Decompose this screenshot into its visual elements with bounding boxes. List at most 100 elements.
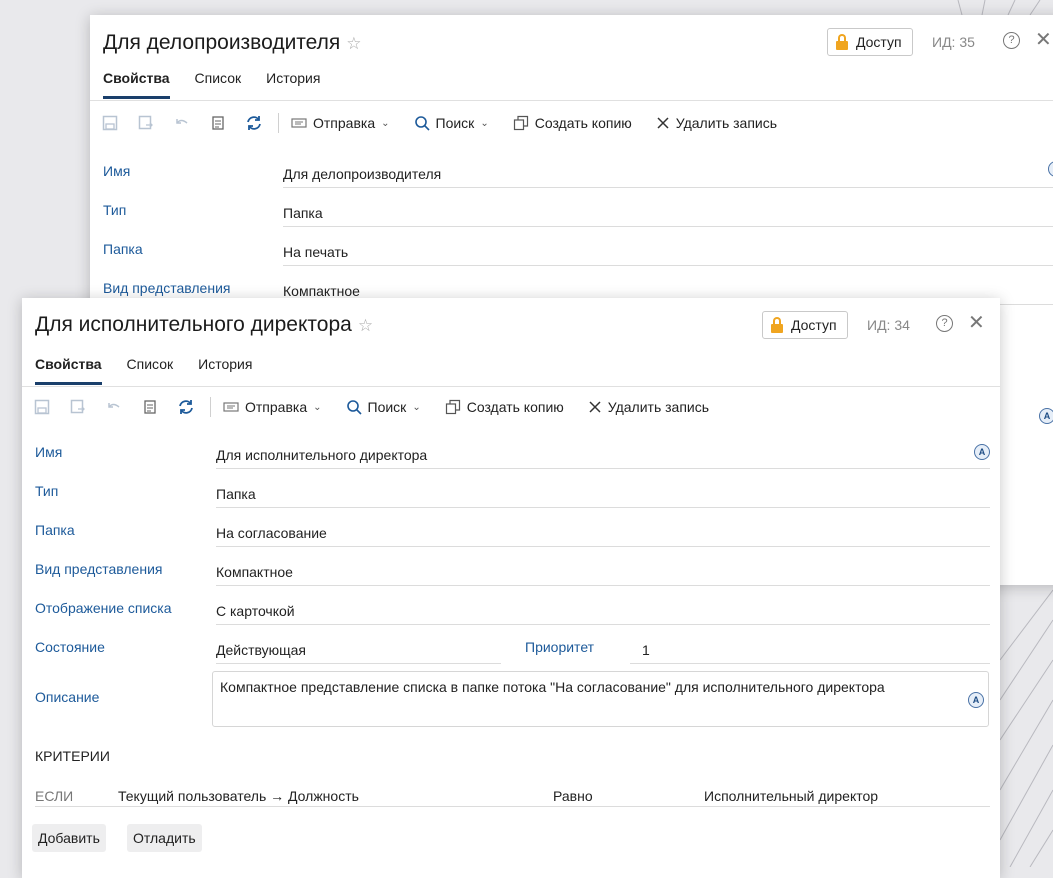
save-close-icon[interactable] <box>66 395 90 419</box>
field-value[interactable]: Папка <box>283 196 1053 227</box>
description-label: Описание <box>35 689 100 705</box>
state-input[interactable]: Действующая <box>216 633 501 664</box>
refresh-icon[interactable] <box>174 395 198 419</box>
copy-button[interactable]: Создать копию <box>513 115 632 131</box>
access-label: Доступ <box>791 317 837 333</box>
back-title-text: Для делопроизводителя <box>103 31 341 54</box>
name-input[interactable]: Для исполнительного директора <box>216 438 990 469</box>
autocomplete-icon[interactable]: A <box>968 692 984 708</box>
criteria-value: Исполнительный директор <box>704 788 879 804</box>
search-dropdown[interactable]: Поиск ⌄ <box>346 399 421 415</box>
chevron-down-icon: ⌄ <box>381 117 390 129</box>
back-field-folder: Папка На печать <box>103 235 1053 273</box>
lock-icon <box>771 316 783 333</box>
search-label: Поиск <box>367 399 407 415</box>
close-icon[interactable]: ✕ <box>1035 30 1052 50</box>
description-text: Компактное представление списка в папке … <box>220 679 885 695</box>
save-icon[interactable] <box>30 395 54 419</box>
field-value[interactable]: На печать <box>283 235 1053 266</box>
back-access-label: Доступ <box>856 34 902 50</box>
tabs: Свойства Список История <box>35 356 277 385</box>
field-label: Тип <box>35 483 59 499</box>
type-input[interactable]: Папка <box>216 477 990 508</box>
back-field-type: Тип Папка <box>103 196 1053 234</box>
save-close-icon[interactable] <box>134 111 158 135</box>
search-label: Поиск <box>435 115 475 131</box>
copy-label: Создать копию <box>466 399 564 415</box>
toolbar-separator <box>210 397 211 417</box>
tab-list[interactable]: Список <box>127 356 174 385</box>
field-label: Вид представления <box>35 561 163 577</box>
field-label: Папка <box>103 241 143 257</box>
document-icon[interactable] <box>138 395 162 419</box>
star-icon[interactable]: ☆ <box>346 34 361 53</box>
back-tabs: Свойства Список История <box>103 70 345 99</box>
tab-history[interactable]: История <box>198 356 252 385</box>
record-id: ИД: 34 <box>867 317 910 333</box>
delete-button[interactable]: Удалить запись <box>588 399 709 415</box>
autocomplete-icon[interactable]: A <box>974 444 990 460</box>
field-value[interactable]: Для делопроизводителя <box>283 157 1053 188</box>
help-icon[interactable]: ? <box>936 315 953 332</box>
send-dropdown[interactable]: Отправка ⌄ <box>291 115 390 131</box>
field-label: Отображение списка <box>35 600 172 616</box>
send-dropdown[interactable]: Отправка ⌄ <box>223 399 322 415</box>
toolbar: Отправка ⌄ Поиск ⌄ Создать копию Удалить з… <box>22 387 1000 427</box>
delete-label: Удалить запись <box>675 115 778 131</box>
chevron-down-icon: ⌄ <box>313 401 322 413</box>
undo-icon[interactable] <box>170 111 194 135</box>
access-button[interactable]: Доступ <box>762 311 848 339</box>
lock-icon <box>836 33 848 50</box>
window-title: Для исполнительного директора ☆ <box>35 313 373 337</box>
close-icon[interactable]: ✕ <box>968 313 985 333</box>
back-access-button[interactable]: Доступ <box>827 28 913 56</box>
front-record-window: Для исполнительного директора ☆ Доступ ИД… <box>22 298 1000 878</box>
star-icon[interactable]: ☆ <box>358 316 373 335</box>
save-icon[interactable] <box>98 111 122 135</box>
tab-properties[interactable]: Свойства <box>35 356 102 385</box>
criteria-condition: ЕСЛИ <box>35 788 74 804</box>
send-label: Отправка <box>313 115 376 131</box>
autocomplete-icon[interactable]: A <box>1039 408 1053 424</box>
back-window-title: Для делопроизводителя ☆ <box>103 31 362 55</box>
field-name: Имя Для исполнительного директора A <box>35 438 990 476</box>
folder-input[interactable]: На согласование <box>216 516 990 547</box>
field-label: Имя <box>103 163 131 179</box>
list-display-input[interactable]: С карточкой <box>216 594 990 625</box>
chevron-down-icon: ⌄ <box>480 117 489 129</box>
view-input[interactable]: Компактное <box>216 555 990 586</box>
debug-button[interactable]: Отладить <box>127 824 202 852</box>
criteria-field: Текущий пользователь → Должность <box>118 788 359 804</box>
criteria-heading: КРИТЕРИИ <box>35 748 110 764</box>
back-tab-history[interactable]: История <box>266 70 320 99</box>
criteria-row[interactable]: ЕСЛИ Текущий пользователь → Должность Ра… <box>35 780 990 807</box>
field-view: Вид представления Компактное <box>35 555 990 593</box>
field-label: Вид представления <box>103 280 231 296</box>
search-dropdown[interactable]: Поиск ⌄ <box>414 115 489 131</box>
help-icon[interactable]: ? <box>1003 32 1020 49</box>
description-textarea[interactable]: Компактное представление списка в папке … <box>212 671 989 727</box>
toolbar-separator <box>278 113 279 133</box>
priority-label: Приоритет <box>525 639 595 655</box>
field-folder: Папка На согласование <box>35 516 990 554</box>
field-label: Состояние <box>35 639 105 655</box>
undo-icon[interactable] <box>102 395 126 419</box>
field-list-display: Отображение списка С карточкой <box>35 594 990 632</box>
back-tab-list[interactable]: Список <box>195 70 242 99</box>
back-field-name: Имя Для делопроизводителя A <box>103 157 1053 195</box>
back-record-id: ИД: 35 <box>932 34 975 50</box>
priority-input[interactable]: 1 <box>630 633 990 664</box>
add-button[interactable]: Добавить <box>32 824 106 852</box>
title-text: Для исполнительного директора <box>35 313 352 336</box>
back-tab-divider <box>90 100 1053 101</box>
document-icon[interactable] <box>206 111 230 135</box>
field-state: Состояние Действующая Приоритет 1 <box>35 633 990 671</box>
back-tab-properties[interactable]: Свойства <box>103 70 170 99</box>
back-toolbar: Отправка ⌄ Поиск ⌄ Создать копию Удалить з… <box>90 103 1053 143</box>
criteria-operator: Равно <box>553 788 593 804</box>
delete-button[interactable]: Удалить запись <box>656 115 777 131</box>
field-label: Имя <box>35 444 63 460</box>
refresh-icon[interactable] <box>242 111 266 135</box>
delete-label: Удалить запись <box>607 399 710 415</box>
copy-button[interactable]: Создать копию <box>445 399 564 415</box>
